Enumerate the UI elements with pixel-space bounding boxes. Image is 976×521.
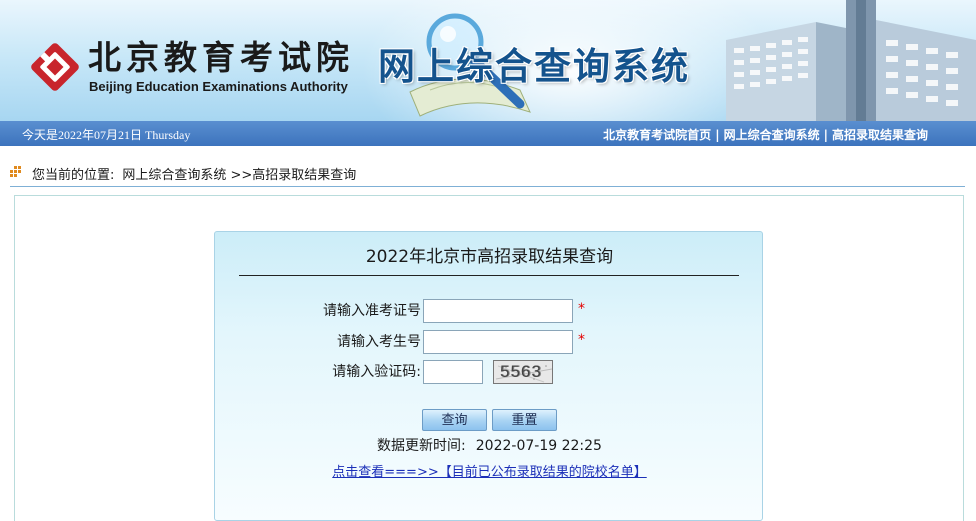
data-update-time: 数据更新时间: 2022-07-19 22:25 — [215, 435, 764, 455]
query-title: 2022年北京市高招录取结果查询 — [365, 247, 614, 267]
update-time-value: 2022-07-19 22:25 — [475, 438, 602, 454]
header-banner: 北京教育考试院 Beijing Education Examinations A… — [0, 0, 976, 121]
breadcrumb-text: 您当前的位置: 网上综合查询系统 >>高招录取结果查询 — [32, 164, 356, 183]
breadcrumb: 您当前的位置: 网上综合查询系统 >>高招录取结果查询 — [10, 157, 965, 187]
system-title: 网上综合查询系统 — [378, 46, 690, 87]
building-illustration-icon — [726, 0, 976, 121]
captcha-image[interactable]: 5563 — [493, 360, 553, 384]
published-schools-link[interactable]: 点击查看===>>【目前已公布录取结果的院校名单】 — [332, 465, 646, 480]
candidate-number-label: 请输入考生号 — [337, 334, 421, 350]
candidate-number-input[interactable] — [423, 330, 573, 354]
breadcrumb-path: 网上综合查询系统 >>高招录取结果查询 — [122, 168, 357, 183]
required-mark: * — [578, 301, 585, 317]
breadcrumb-prefix: 您当前的位置: — [32, 168, 115, 183]
update-time-label: 数据更新时间: — [377, 438, 466, 454]
bjeea-logo-icon — [31, 43, 79, 91]
reset-button[interactable]: 重置 — [492, 409, 557, 431]
nav-separator: | — [823, 128, 828, 142]
location-grid-icon — [10, 166, 21, 177]
nav-separator: | — [715, 128, 720, 142]
query-panel: 2022年北京市高招录取结果查询 请输入准考证号 * 请输入考生号 * 请输入验… — [214, 231, 763, 521]
top-nav-bar: 今天是2022年07月21日 Thursday 北京教育考试院首页 | 网上综合查询… — [0, 121, 976, 146]
published-schools-link-row: 点击查看===>>【目前已公布录取结果的院校名单】 — [215, 461, 764, 480]
current-date: 今天是2022年07月21日 Thursday — [22, 128, 191, 142]
nav-links: 北京教育考试院首页 | 网上综合查询系统 | 高招录取结果查询 — [603, 126, 928, 143]
ticket-number-input[interactable] — [423, 299, 573, 323]
required-mark: * — [578, 332, 585, 348]
nav-link-query-system[interactable]: 网上综合查询系统 — [724, 128, 820, 142]
ticket-number-label: 请输入准考证号 — [323, 303, 421, 319]
captcha-text: 5563 — [500, 362, 542, 381]
title-divider — [239, 275, 739, 276]
org-name-en: Beijing Education Examinations Authority — [89, 79, 348, 94]
query-button[interactable]: 查询 — [422, 409, 487, 431]
org-name-cn: 北京教育考试院 — [88, 38, 354, 77]
nav-link-admission-result[interactable]: 高招录取结果查询 — [832, 128, 928, 142]
nav-link-bjeea-home[interactable]: 北京教育考试院首页 — [603, 128, 711, 142]
captcha-input[interactable] — [423, 360, 483, 384]
captcha-label: 请输入验证码: — [332, 364, 421, 380]
